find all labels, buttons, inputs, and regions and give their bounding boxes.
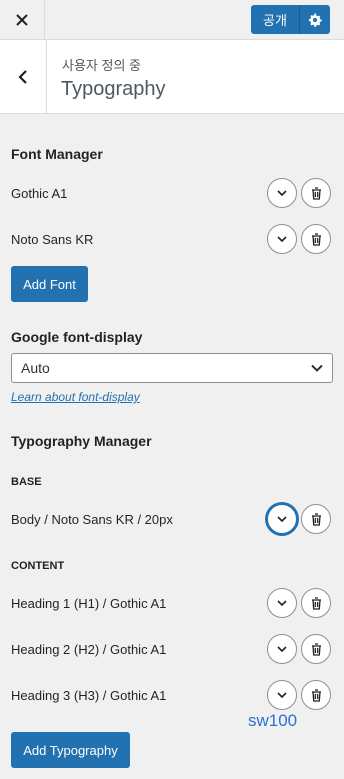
chevron-down-icon bbox=[277, 600, 287, 606]
font-expand-button[interactable] bbox=[267, 178, 297, 208]
font-delete-button[interactable] bbox=[301, 178, 331, 208]
typography-expand-button[interactable] bbox=[266, 503, 298, 535]
section-header: 사용자 정의 중 Typography bbox=[0, 40, 344, 114]
typography-delete-button[interactable] bbox=[301, 680, 331, 710]
back-button[interactable] bbox=[0, 40, 47, 113]
add-typography-button[interactable]: Add Typography bbox=[11, 732, 130, 768]
add-font-button[interactable]: Add Font bbox=[11, 266, 88, 302]
content-group-label: CONTENT bbox=[11, 560, 65, 572]
trash-icon bbox=[311, 642, 321, 656]
publish-button[interactable]: 공개 bbox=[251, 5, 330, 34]
typography-delete-button[interactable] bbox=[301, 588, 331, 618]
breadcrumb: 사용자 정의 중 bbox=[62, 58, 141, 73]
trash-icon bbox=[311, 596, 321, 610]
typography-item-label: Heading 3 (H3) / Gothic A1 bbox=[11, 688, 167, 703]
font-item-label: Gothic A1 bbox=[11, 186, 68, 201]
base-group-label: BASE bbox=[11, 476, 42, 488]
typography-item-label: Heading 1 (H1) / Gothic A1 bbox=[11, 596, 167, 611]
chevron-left-icon bbox=[18, 69, 27, 84]
page-title: Typography bbox=[61, 78, 166, 100]
chevron-down-icon bbox=[277, 236, 287, 242]
chevron-down-icon bbox=[277, 646, 287, 652]
trash-icon bbox=[311, 232, 321, 246]
trash-icon bbox=[311, 186, 321, 200]
font-display-select[interactable]: Auto bbox=[11, 353, 333, 383]
typography-item-label: Body / Noto Sans KR / 20px bbox=[11, 512, 173, 527]
font-display-title: Google font-display bbox=[11, 329, 143, 345]
close-button[interactable] bbox=[0, 0, 45, 40]
chevron-down-icon bbox=[311, 364, 323, 372]
chevron-down-icon bbox=[277, 190, 287, 196]
typography-delete-button[interactable] bbox=[301, 634, 331, 664]
typography-expand-button[interactable] bbox=[267, 680, 297, 710]
chevron-down-icon bbox=[277, 516, 287, 522]
watermark-text: sw100 bbox=[248, 711, 298, 730]
close-icon bbox=[16, 14, 28, 26]
chevron-down-icon bbox=[277, 692, 287, 698]
typography-expand-button[interactable] bbox=[267, 588, 297, 618]
font-delete-button[interactable] bbox=[301, 224, 331, 254]
gear-icon bbox=[308, 13, 322, 27]
typography-expand-button[interactable] bbox=[267, 634, 297, 664]
typography-delete-button[interactable] bbox=[301, 504, 331, 534]
customizer-topbar: 공개 bbox=[0, 0, 344, 40]
font-item-label: Noto Sans KR bbox=[11, 232, 94, 247]
font-display-value: Auto bbox=[21, 360, 50, 376]
publish-settings-button[interactable] bbox=[300, 13, 330, 27]
font-expand-button[interactable] bbox=[267, 224, 297, 254]
font-manager-title: Font Manager bbox=[11, 146, 103, 162]
trash-icon bbox=[311, 512, 321, 526]
publish-label: 공개 bbox=[263, 13, 287, 28]
font-display-help-link[interactable]: Learn about font-display bbox=[11, 390, 140, 404]
typography-manager-title: Typography Manager bbox=[11, 433, 152, 449]
trash-icon bbox=[311, 688, 321, 702]
typography-item-label: Heading 2 (H2) / Gothic A1 bbox=[11, 642, 167, 657]
